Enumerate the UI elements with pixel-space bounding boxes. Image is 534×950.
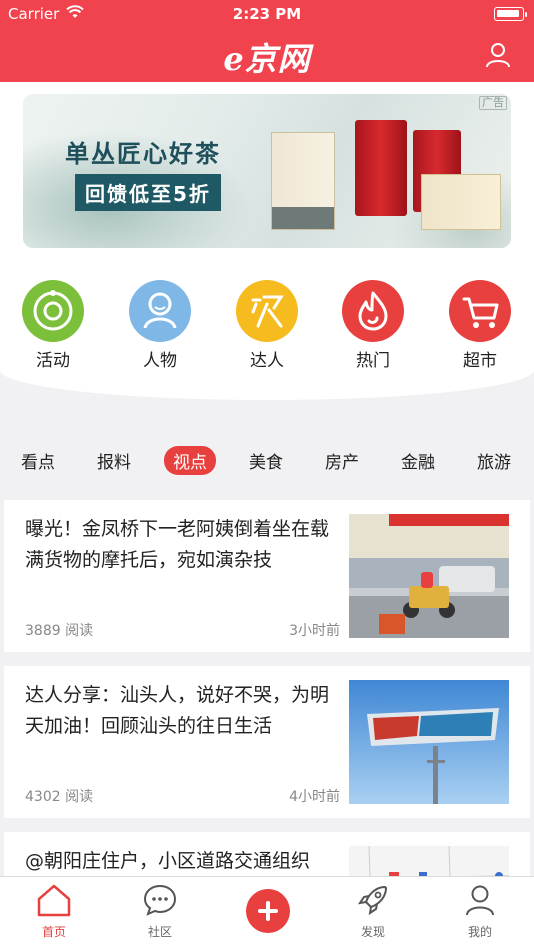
- tab-discover[interactable]: 发现: [333, 883, 413, 940]
- article-thumbnail: [349, 846, 509, 876]
- tab-kandian[interactable]: 看点: [21, 448, 55, 473]
- user-icon[interactable]: [484, 41, 512, 69]
- article-title: @朝阳庄住户，小区道路交通组织: [25, 850, 311, 872]
- plus-icon[interactable]: [246, 889, 290, 933]
- quick-links: 活动 人物 达人 热门 超市: [0, 280, 534, 371]
- quick-link-market[interactable]: 超市: [440, 280, 520, 371]
- quick-link-expert[interactable]: 达人: [227, 280, 307, 371]
- tab-community[interactable]: 社区: [120, 883, 200, 940]
- tab-meishi[interactable]: 美食: [249, 448, 283, 473]
- article-reads: 4302 阅读: [25, 789, 94, 805]
- tab-label: 首页: [41, 925, 66, 939]
- banner-headline: 单丛匠心好茶: [65, 140, 221, 168]
- bottom-tab-bar: 首页 社区 发现 我的: [0, 876, 534, 950]
- battery-icon: [494, 7, 524, 21]
- tab-label: 发现: [360, 925, 385, 939]
- quick-link-label: 活动: [36, 351, 70, 371]
- rocket-icon: [333, 883, 413, 921]
- article-reads: 3889 阅读: [25, 623, 94, 639]
- tab-label: 我的: [467, 925, 492, 939]
- top-nav-bar: e京网: [0, 28, 534, 82]
- tab-home[interactable]: 首页: [14, 883, 94, 940]
- fire-icon: [342, 280, 404, 342]
- tea-can-image: [355, 120, 407, 216]
- quick-link-label: 热门: [356, 351, 390, 371]
- tea-box-image: [421, 174, 501, 230]
- promo-banner[interactable]: 单丛匠心好茶 回馈低至5折 广告: [23, 94, 511, 248]
- article-card[interactable]: 曝光！金凤桥下一老阿姨倒着坐在载满货物的摩托后，宛如演杂技 3889 阅读 3小…: [4, 500, 530, 652]
- quick-link-activity[interactable]: 活动: [13, 280, 93, 371]
- home-icon: [14, 883, 94, 921]
- expert-icon: [236, 280, 298, 342]
- tab-baoliao[interactable]: 报料: [97, 448, 131, 473]
- tab-shidian[interactable]: 视点: [164, 446, 216, 475]
- article-thumbnail: [349, 514, 509, 638]
- tab-lvyou[interactable]: 旅游: [477, 448, 511, 473]
- article-card[interactable]: 达人分享：汕头人，说好不哭，为明天加油！回顾汕头的往日生活 4302 阅读 4小…: [4, 666, 530, 818]
- status-bar: Carrier 2:23 PM: [0, 0, 534, 28]
- tab-profile[interactable]: 我的: [440, 883, 520, 940]
- quick-link-hot[interactable]: 热门: [333, 280, 413, 371]
- tab-label: 社区: [147, 925, 172, 939]
- cart-icon: [449, 280, 511, 342]
- article-title: 曝光！金凤桥下一老阿姨倒着坐在载满货物的摩托后，宛如演杂技: [25, 518, 330, 571]
- article-time: 3小时前: [289, 623, 340, 639]
- status-time: 2:23 PM: [232, 5, 302, 23]
- person-icon: [129, 280, 191, 342]
- chat-icon: [120, 883, 200, 921]
- article-card[interactable]: @朝阳庄住户，小区道路交通组织: [4, 832, 530, 876]
- category-tabs: 看点 报料 视点 美食 房产 金融 旅游: [0, 446, 534, 478]
- tea-box-image: [271, 132, 335, 230]
- quick-link-label: 超市: [463, 351, 497, 371]
- quick-link-label: 人物: [143, 351, 177, 371]
- app-logo: e京网: [223, 40, 311, 78]
- quick-link-person[interactable]: 人物: [120, 280, 200, 371]
- tab-fangchan[interactable]: 房产: [325, 448, 359, 473]
- profile-icon: [440, 883, 520, 921]
- ad-badge: 广告: [479, 96, 507, 110]
- article-thumbnail: [349, 680, 509, 804]
- article-title: 达人分享：汕头人，说好不哭，为明天加油！回顾汕头的往日生活: [25, 684, 330, 737]
- banner-promo: 回馈低至5折: [75, 174, 221, 211]
- quick-link-label: 达人: [250, 351, 284, 371]
- tab-jinrong[interactable]: 金融: [401, 448, 435, 473]
- article-time: 4小时前: [289, 789, 340, 805]
- activity-icon: [22, 280, 84, 342]
